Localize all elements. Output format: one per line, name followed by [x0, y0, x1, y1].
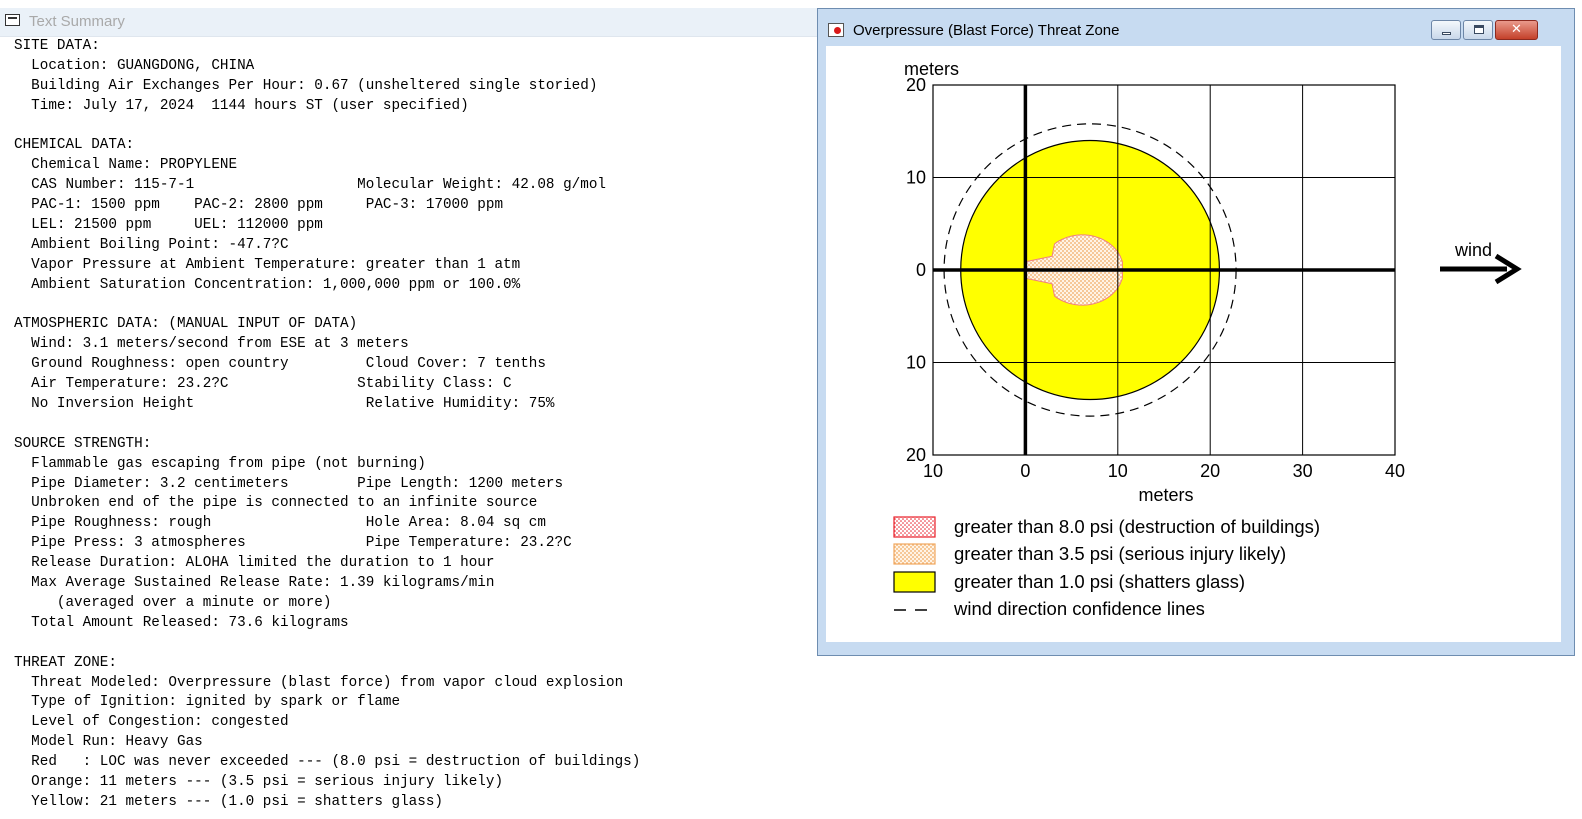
threat-zone-window: Overpressure (Blast Force) Threat Zone ✕…	[817, 8, 1575, 656]
summary-line: ATMOSPHERIC DATA: (MANUAL INPUT OF DATA)	[14, 316, 358, 333]
summary-line: Red : LOC was never exceeded --- (8.0 ps…	[14, 754, 641, 771]
summary-line: Building Air Exchanges Per Hour: 0.67 (u…	[14, 77, 598, 94]
summary-line: Pipe Press: 3 atmospheres Pipe Temperatu…	[14, 535, 572, 552]
text-summary-body: SITE DATA: Location: GUANGDONG, CHINA Bu…	[14, 37, 640, 813]
x-tick-label: 0	[1020, 461, 1030, 481]
legend-label: wind direction confidence lines	[953, 598, 1205, 619]
threat-zone-app-icon	[828, 23, 844, 37]
text-summary-titlebar[interactable]: Text Summary	[0, 8, 820, 37]
close-button[interactable]	[1495, 20, 1538, 40]
summary-line: Yellow: 21 meters --- (1.0 psi = shatter…	[14, 793, 443, 810]
app-window-icon	[5, 14, 20, 26]
y-axis-title: meters	[904, 59, 959, 79]
summary-line	[14, 296, 640, 316]
legend-swatch-yellow	[893, 571, 936, 593]
threat-zone-title: Overpressure (Blast Force) Threat Zone	[853, 22, 1120, 39]
summary-line: CAS Number: 115-7-1 Molecular Weight: 42…	[14, 177, 606, 194]
summary-line	[14, 117, 640, 137]
summary-line: CHEMICAL DATA:	[14, 137, 135, 154]
summary-line: Max Average Sustained Release Rate: 1.39…	[14, 575, 495, 592]
summary-line: Model Run: Heavy Gas	[14, 734, 203, 751]
summary-line: Ambient Boiling Point: -47.7?C	[14, 236, 289, 253]
threat-zone-chart: 10 0 10 20 30 40201001020metersmeters wind gr…	[893, 59, 1522, 619]
summary-line	[14, 634, 640, 654]
summary-line: Flammable gas escaping from pipe (not bu…	[14, 455, 426, 472]
summary-line: Unbroken end of the pipe is connected to…	[14, 495, 538, 512]
summary-line: Total Amount Released: 73.6 kilograms	[14, 614, 349, 631]
summary-line: Threat Modeled: Overpressure (blast forc…	[14, 674, 624, 691]
summary-line: PAC-1: 1500 ppm PAC-2: 2800 ppm PAC-3: 1…	[14, 197, 504, 214]
summary-line: Pipe Diameter: 3.2 centimeters Pipe Leng…	[14, 475, 564, 492]
summary-line: LEL: 21500 ppm UEL: 112000 ppm	[14, 217, 323, 234]
summary-line: Vapor Pressure at Ambient Temperature: g…	[14, 256, 521, 273]
legend-swatch-red	[893, 516, 936, 538]
minimize-button[interactable]	[1431, 20, 1461, 40]
wind-label: wind	[1454, 240, 1492, 260]
y-tick-label: 0	[916, 260, 926, 280]
y-tick-label: 10	[906, 168, 926, 188]
x-tick-label: 40	[1385, 461, 1405, 481]
threat-zone-plot-area: 10 0 10 20 30 40 20 10 0 10 20 meters meters wind gr…	[826, 46, 1561, 642]
summary-line: Air Temperature: 23.2?C Stability Class:…	[14, 376, 512, 393]
legend-swatch-orange	[893, 543, 936, 565]
summary-line: SITE DATA:	[14, 38, 100, 54]
summary-line: Orange: 11 meters --- (3.5 psi = serious…	[14, 773, 504, 790]
summary-line: Pipe Roughness: rough Hole Area: 8.04 sq…	[14, 515, 546, 532]
text-summary-title: Text Summary	[29, 13, 125, 30]
summary-line: Wind: 3.1 meters/second from ESE at 3 me…	[14, 336, 409, 353]
threat-zone-titlebar[interactable]: Overpressure (Blast Force) Threat Zone	[818, 9, 1574, 45]
summary-line: Location: GUANGDONG, CHINA	[14, 57, 255, 74]
legend-label: greater than 1.0 psi (shatters glass)	[954, 571, 1245, 592]
summary-line: Ambient Saturation Concentration: 1,000,…	[14, 276, 521, 293]
summary-line: Ground Roughness: open country Cloud Cov…	[14, 356, 546, 373]
summary-line: No Inversion Height Relative Humidity: 7…	[14, 396, 555, 413]
summary-line: THREAT ZONE:	[14, 654, 117, 671]
x-tick-label: 20	[1200, 461, 1220, 481]
legend-label: greater than 8.0 psi (destruction of bui…	[954, 516, 1320, 537]
legend-label: greater than 3.5 psi (serious injury lik…	[954, 543, 1286, 564]
summary-line: Type of Ignition: ignited by spark or fl…	[14, 694, 401, 711]
x-tick-label: 10	[1108, 461, 1128, 481]
x-tick-label: 30	[1293, 461, 1313, 481]
summary-line: Time: July 17, 2024 1144 hours ST (user …	[14, 97, 469, 114]
summary-line: (averaged over a minute or more)	[14, 594, 332, 611]
x-axis-title: meters	[1138, 485, 1193, 505]
y-tick-label: 10	[906, 353, 926, 373]
maximize-button[interactable]	[1463, 20, 1493, 40]
summary-line: SOURCE STRENGTH:	[14, 435, 152, 452]
summary-line: Chemical Name: PROPYLENE	[14, 157, 238, 174]
y-tick-label: 20	[906, 445, 926, 465]
summary-line: Release Duration: ALOHA limited the dura…	[14, 555, 495, 572]
summary-line	[14, 415, 640, 435]
summary-line: Level of Congestion: congested	[14, 714, 289, 731]
